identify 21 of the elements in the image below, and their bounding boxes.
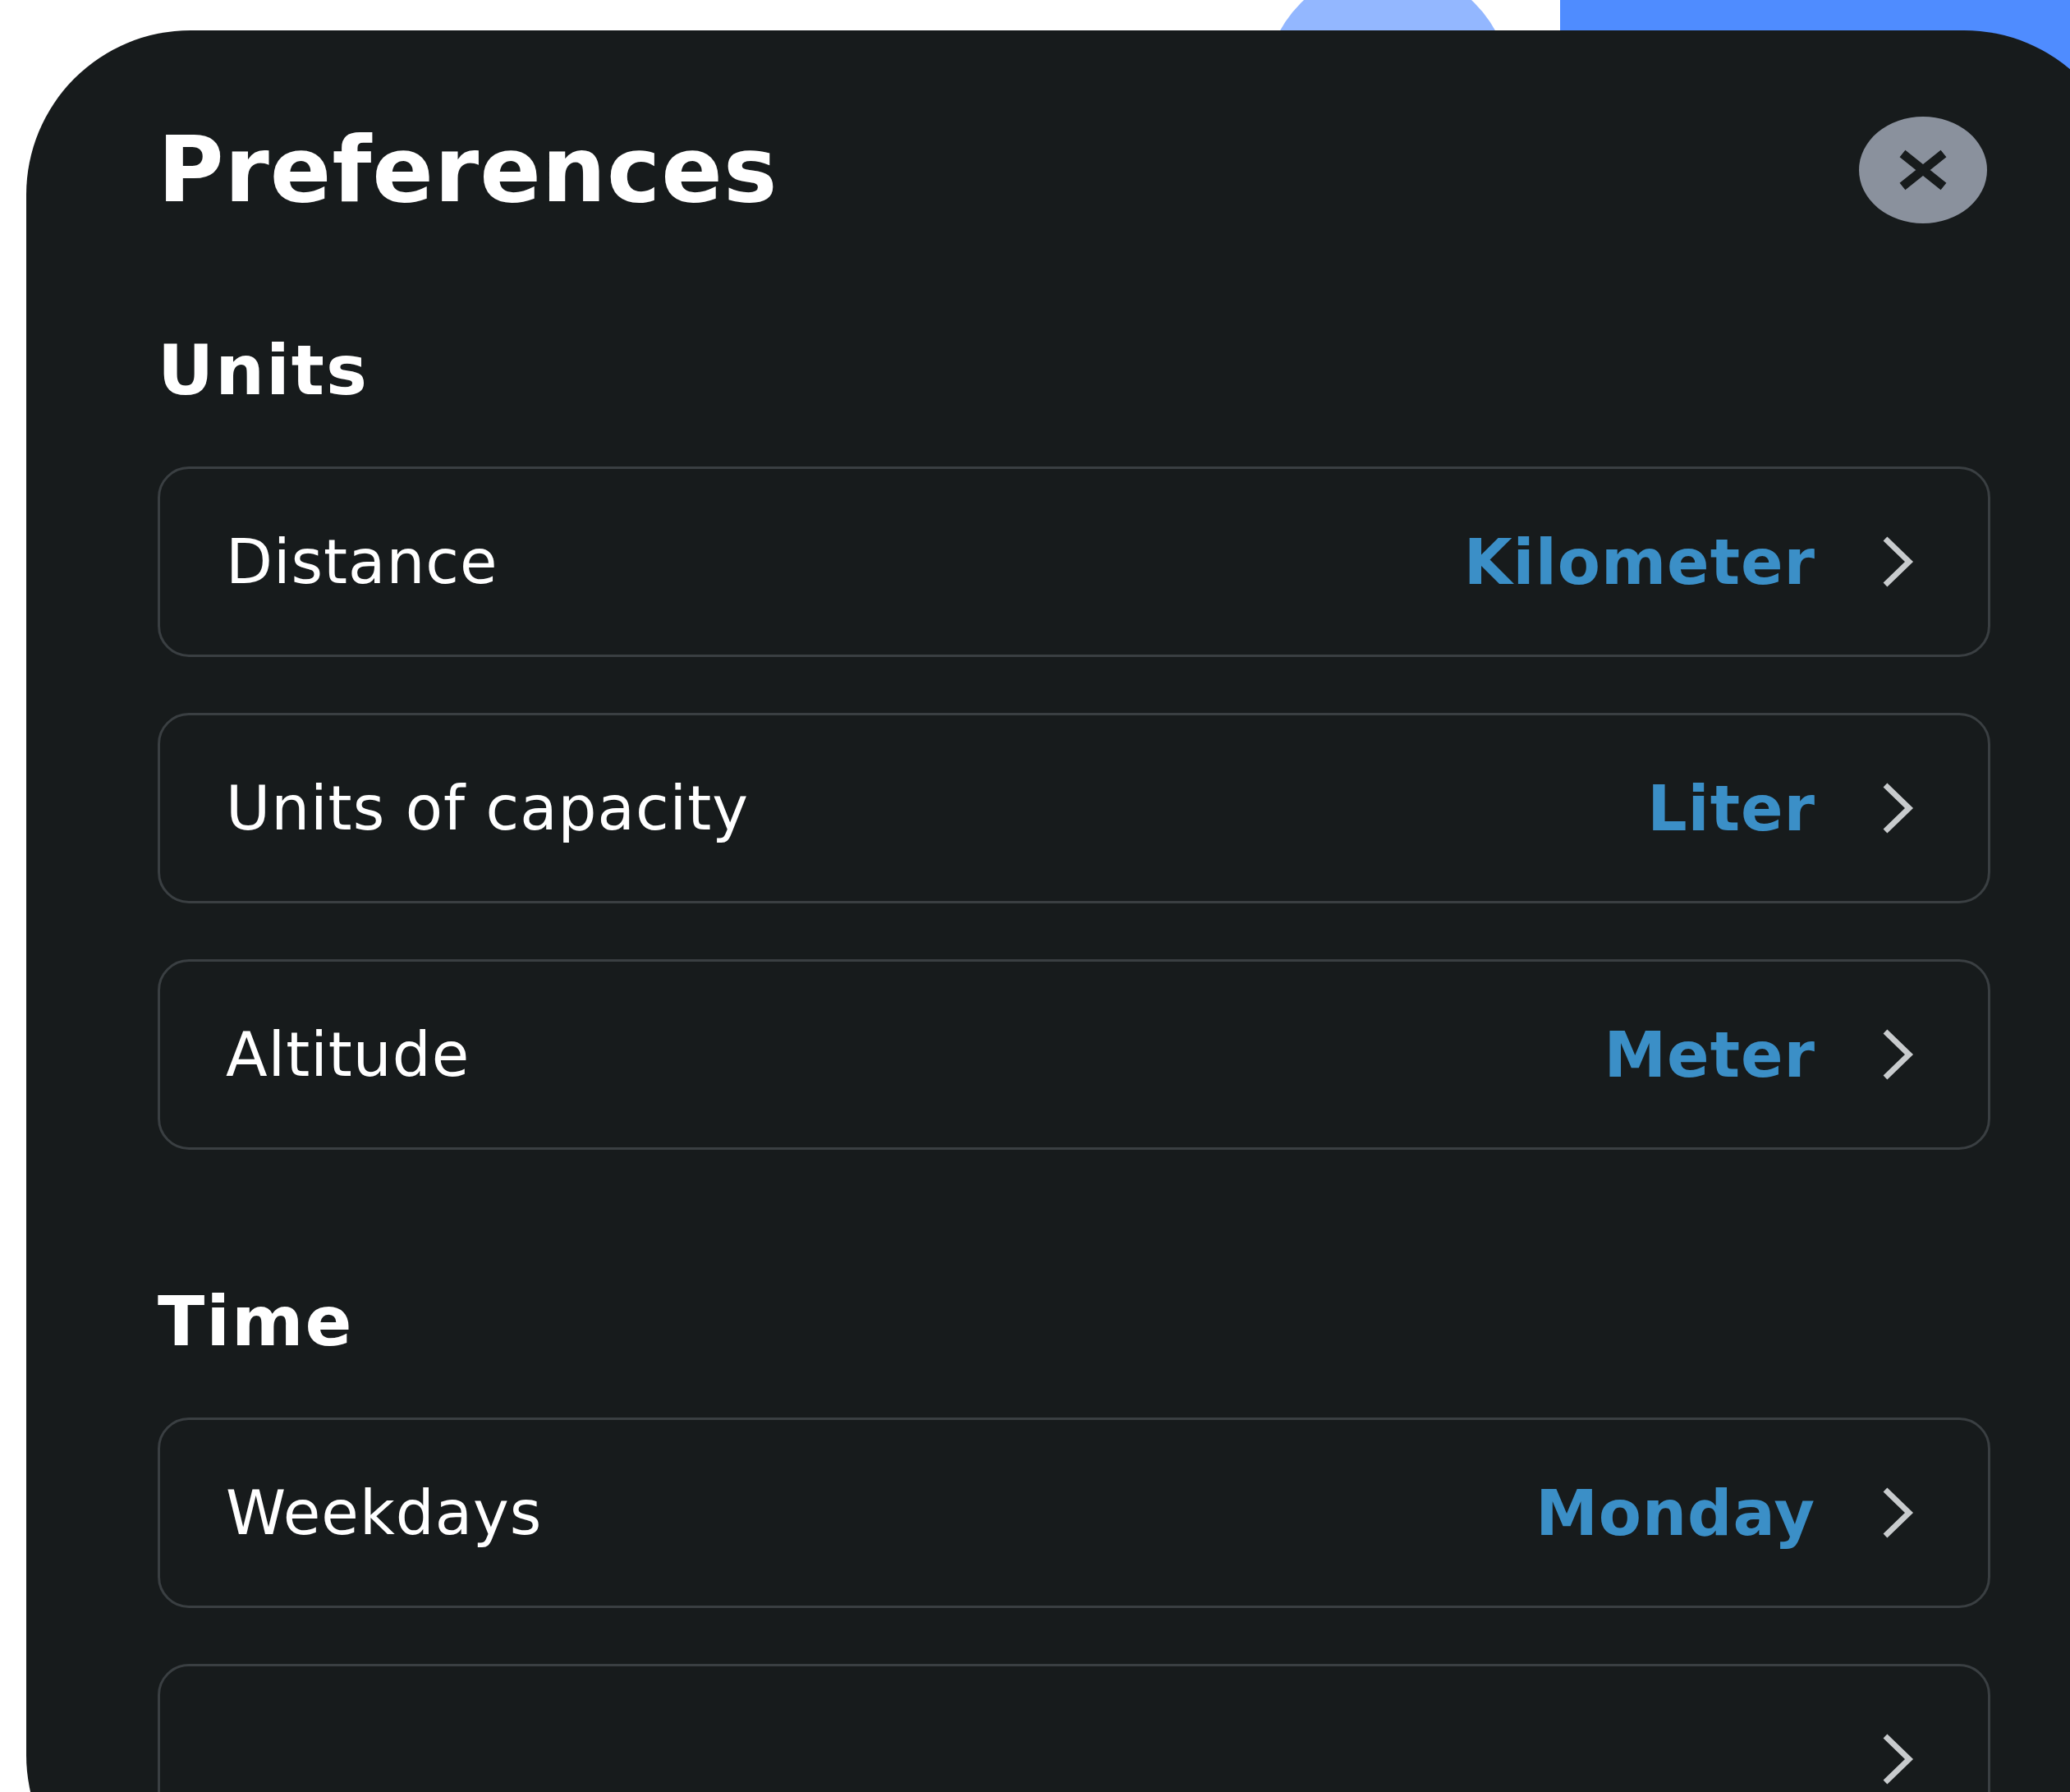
setting-label: Weekdays: [226, 1477, 544, 1548]
setting-row[interactable]: Altitude Meter: [158, 959, 1990, 1150]
chevron-icon: [1881, 535, 1914, 589]
panel-title: Preferences: [158, 117, 778, 223]
setting-value: Meter: [1604, 1018, 1815, 1091]
setting-value: Kilometer: [1463, 525, 1815, 599]
setting-label: Units of capacity: [226, 773, 750, 843]
setting-row[interactable]: Distance Kilometer: [158, 466, 1990, 657]
setting-row[interactable]: Units of capacity Liter: [158, 713, 1990, 903]
chevron-icon: [1881, 1486, 1914, 1540]
setting-label: Distance: [226, 526, 499, 597]
section-heading: Units: [158, 330, 369, 411]
close-icon: [1898, 149, 1948, 191]
setting-value: Liter: [1647, 771, 1815, 845]
setting-row[interactable]: Weekdays Monday: [158, 1418, 1990, 1608]
chevron-icon: [1881, 1027, 1914, 1082]
setting-value: Monday: [1535, 1476, 1815, 1550]
chevron-icon: [1881, 1732, 1914, 1786]
setting-label: Altitude: [226, 1019, 471, 1090]
chevron-icon: [1881, 781, 1914, 835]
section-heading: Time: [158, 1281, 355, 1362]
